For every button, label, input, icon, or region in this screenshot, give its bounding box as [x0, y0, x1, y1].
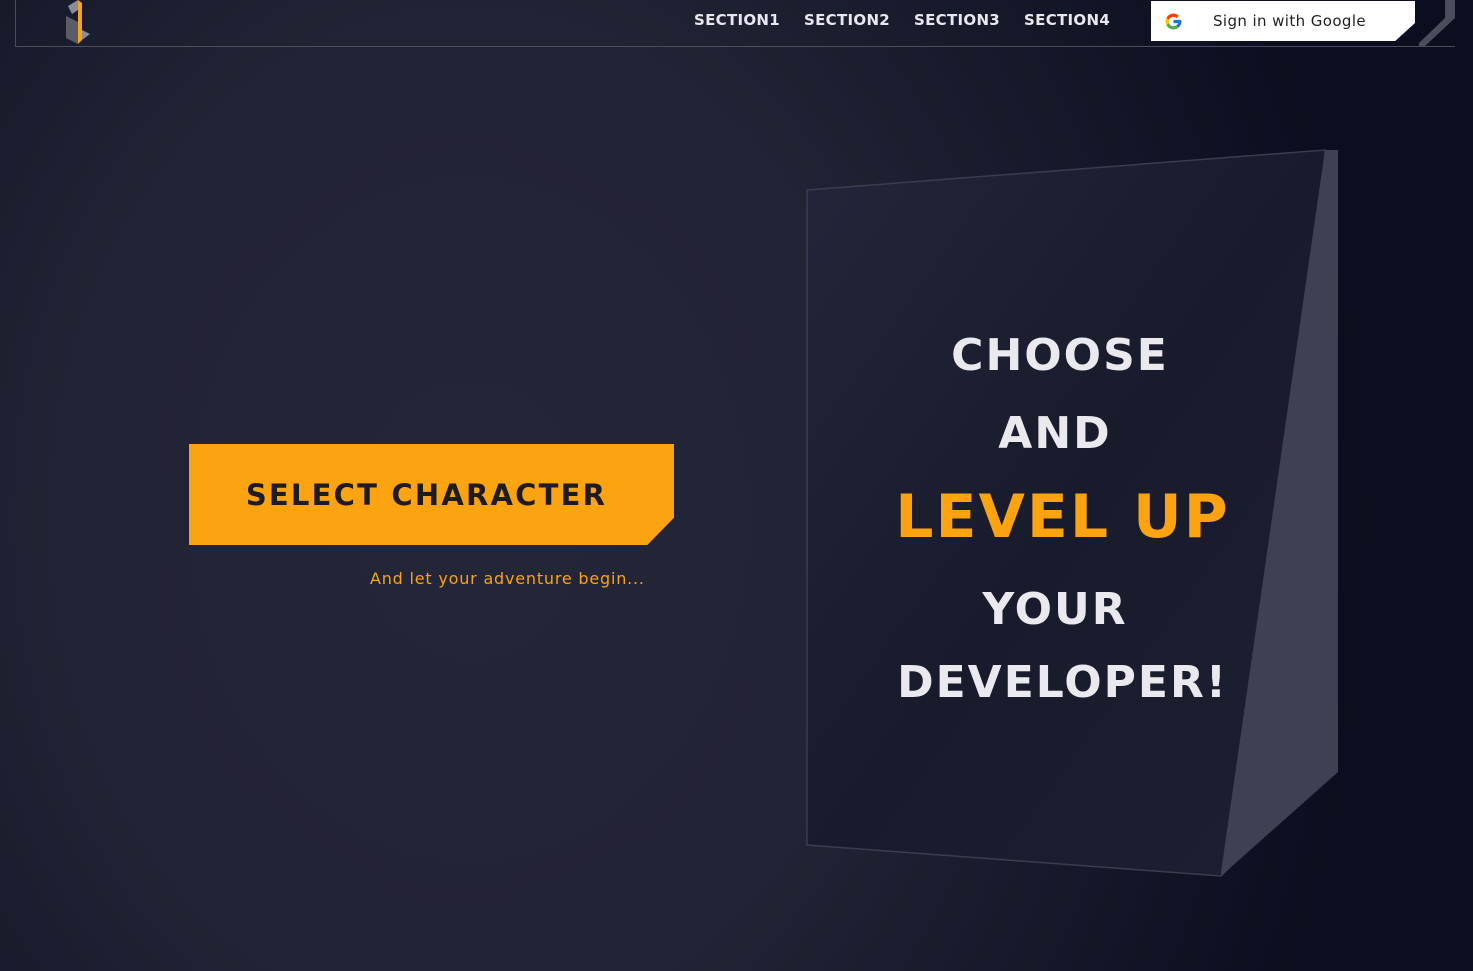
google-g-icon: [1165, 13, 1182, 30]
panel-line-level-up: LEVEL UP: [895, 482, 1230, 552]
nav-link-section4[interactable]: SECTION4: [1024, 11, 1110, 29]
nav-menu: SECTION1 SECTION2 SECTION3 SECTION4: [694, 11, 1110, 29]
panel-line-developer: DEVELOPER!: [897, 657, 1228, 708]
panel-line-choose: CHOOSE: [951, 330, 1169, 381]
hero-tagline: And let your adventure begin...: [370, 569, 645, 588]
brand-logo-icon[interactable]: [62, 0, 92, 44]
select-character-button[interactable]: SELECT CHARACTER: [189, 444, 674, 545]
panel-line-and: AND: [998, 408, 1112, 459]
google-signin-label: Sign in with Google: [1213, 12, 1367, 30]
panel-line-your: YOUR: [982, 584, 1128, 635]
nav-link-section2[interactable]: SECTION2: [804, 11, 890, 29]
select-character-label: SELECT CHARACTER: [245, 477, 608, 512]
nav-link-section3[interactable]: SECTION3: [914, 11, 1000, 29]
top-navbar: SECTION1 SECTION2 SECTION3 SECTION4 Sign…: [15, 0, 1455, 47]
google-signin-button[interactable]: Sign in with Google: [1151, 1, 1415, 41]
navbar-corner-decoration: [1419, 0, 1455, 47]
nav-link-section1[interactable]: SECTION1: [694, 11, 780, 29]
